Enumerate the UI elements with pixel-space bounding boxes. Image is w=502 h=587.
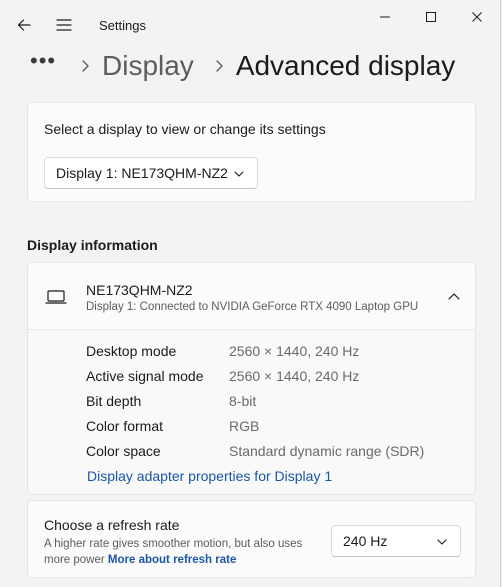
display-information-heading: Display information (27, 237, 158, 253)
monitor-connection: Display 1: Connected to NVIDIA GeForce R… (86, 301, 419, 313)
select-display-card: Select a display to view or change its s… (27, 102, 476, 202)
monitor-icon (45, 288, 67, 306)
select-display-label: Select a display to view or change its s… (44, 121, 326, 137)
app-title: Settings (99, 18, 146, 33)
info-label: Color format (86, 418, 164, 434)
breadcrumb: ••• Display Advanced display (30, 46, 455, 86)
info-label: Bit depth (86, 393, 142, 409)
chevron-down-icon (436, 535, 448, 547)
display-select-dropdown[interactable]: Display 1: NE173QHM-NZ2 (44, 157, 258, 189)
refresh-rate-dropdown[interactable]: 240 Hz (331, 525, 461, 557)
title-bar: Settings (0, 0, 500, 48)
settings-window: Settings ••• Display Advanced display Se… (0, 0, 501, 587)
display-select-value: Display 1: NE173QHM-NZ2 (56, 165, 228, 181)
breadcrumb-more-button[interactable]: ••• (30, 50, 60, 72)
refresh-rate-value: 240 Hz (343, 533, 388, 549)
info-label: Active signal mode (86, 368, 204, 384)
info-label: Desktop mode (86, 343, 177, 359)
display-adapter-properties-link[interactable]: Display adapter properties for Display 1 (87, 468, 332, 484)
maximize-icon[interactable] (408, 0, 454, 34)
minimize-icon[interactable] (362, 0, 408, 34)
breadcrumb-display-link[interactable]: Display (102, 50, 194, 82)
close-icon[interactable] (454, 0, 500, 34)
info-value: Standard dynamic range (SDR) (229, 443, 425, 459)
more-about-refresh-rate-link[interactable]: More about refresh rate (108, 554, 236, 566)
info-label: Color space (86, 443, 161, 459)
back-arrow-icon[interactable] (8, 9, 40, 41)
info-value: 2560 × 1440, 240 Hz (229, 343, 360, 359)
chevron-down-icon (233, 167, 245, 179)
display-information-card: NE173QHM-NZ2 Display 1: Connected to NVI… (27, 262, 476, 495)
display-information-header[interactable]: NE173QHM-NZ2 Display 1: Connected to NVI… (28, 263, 475, 330)
chevron-up-icon[interactable] (447, 290, 461, 302)
chevron-right-icon (74, 55, 96, 77)
refresh-rate-title: Choose a refresh rate (44, 517, 180, 533)
info-value: RGB (229, 418, 260, 434)
monitor-name: NE173QHM-NZ2 (86, 282, 193, 298)
info-value: 8-bit (229, 393, 257, 409)
hamburger-menu-icon[interactable] (48, 9, 80, 41)
info-value: 2560 × 1440, 240 Hz (229, 368, 360, 384)
refresh-rate-card: Choose a refresh rate A higher rate give… (27, 500, 476, 578)
chevron-right-icon (208, 55, 230, 77)
page-title: Advanced display (235, 50, 456, 81)
refresh-rate-description: A higher rate gives smoother motion, but… (44, 536, 314, 568)
display-information-details: Desktop mode 2560 × 1440, 240 Hz Active … (28, 330, 475, 494)
